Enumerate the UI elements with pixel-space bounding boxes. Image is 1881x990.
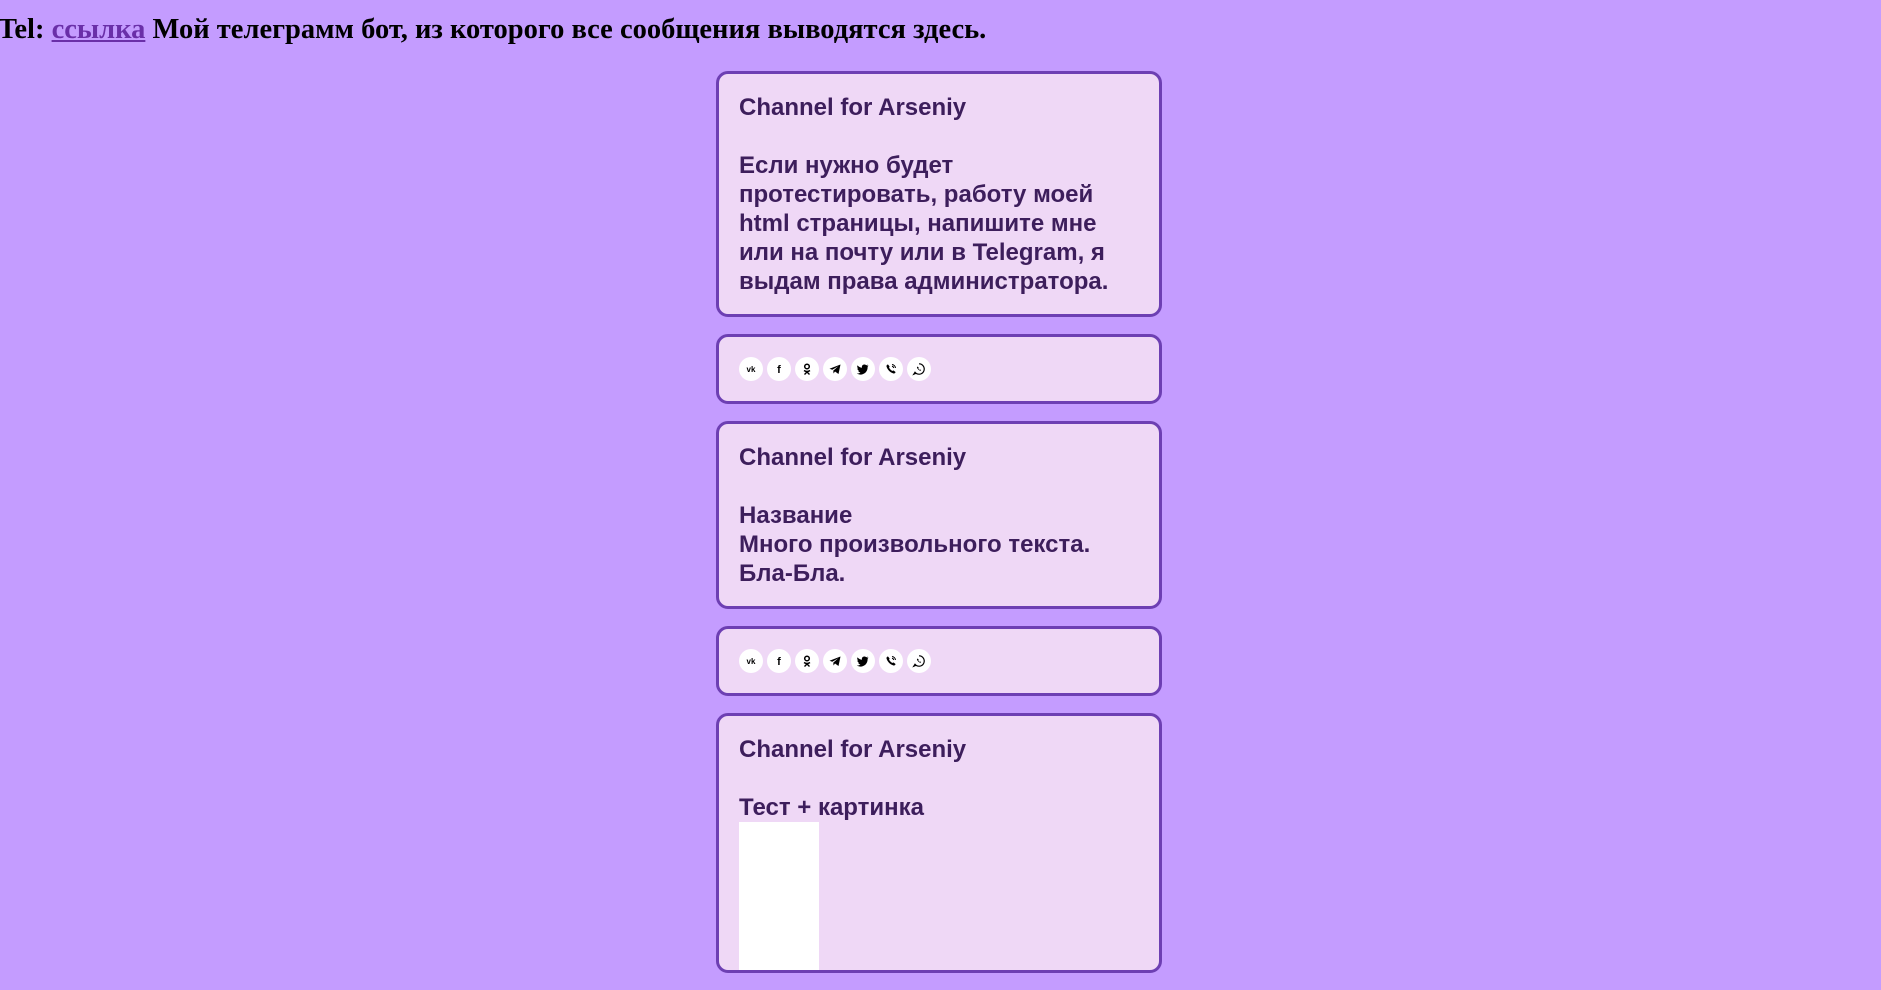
viber-icon[interactable]: [879, 357, 903, 381]
telegram-icon[interactable]: [823, 357, 847, 381]
share-bar: vk f: [716, 334, 1162, 404]
odnoklassniki-icon[interactable]: [795, 357, 819, 381]
post-channel-name: Channel for Arseniy: [739, 444, 967, 471]
vk-icon[interactable]: vk: [739, 649, 763, 673]
post-text: Тест + картинка: [739, 794, 925, 821]
svg-text:f: f: [777, 364, 781, 376]
viber-icon[interactable]: [879, 649, 903, 673]
svg-text:vk: vk: [747, 365, 756, 374]
telegram-icon[interactable]: [823, 649, 847, 673]
post-card: Channel for Arseniy Тест + картинка: [716, 713, 1162, 973]
post-channel-name: Channel for Arseniy: [739, 94, 967, 121]
twitter-icon[interactable]: [851, 357, 875, 381]
post-text: Название Много произвольного текста. Бла…: [739, 502, 1091, 587]
post-text: Если нужно будет протестировать, работу …: [739, 152, 1109, 295]
whatsapp-icon[interactable]: [907, 357, 931, 381]
message-feed: Channel for Arseniy Если нужно будет про…: [716, 71, 1162, 990]
twitter-icon[interactable]: [851, 649, 875, 673]
post-channel-name: Channel for Arseniy: [739, 736, 967, 763]
tel-label: Tel:: [0, 14, 45, 45]
share-bar: vk f: [716, 626, 1162, 696]
facebook-icon[interactable]: f: [767, 357, 791, 381]
bot-link[interactable]: ссылка: [52, 14, 146, 45]
odnoklassniki-icon[interactable]: [795, 649, 819, 673]
vk-icon[interactable]: vk: [739, 357, 763, 381]
svg-text:f: f: [777, 656, 781, 668]
post-image: [739, 822, 819, 970]
post-card: Channel for Arseniy Название Много произ…: [716, 421, 1162, 609]
header-line: Tel: ссылка Мой телеграмм бот, из которо…: [0, 12, 986, 48]
post-card: Channel for Arseniy Если нужно будет про…: [716, 71, 1162, 317]
facebook-icon[interactable]: f: [767, 649, 791, 673]
whatsapp-icon[interactable]: [907, 649, 931, 673]
header-description: Мой телеграмм бот, из которого все сообщ…: [152, 14, 987, 45]
svg-text:vk: vk: [747, 657, 756, 666]
